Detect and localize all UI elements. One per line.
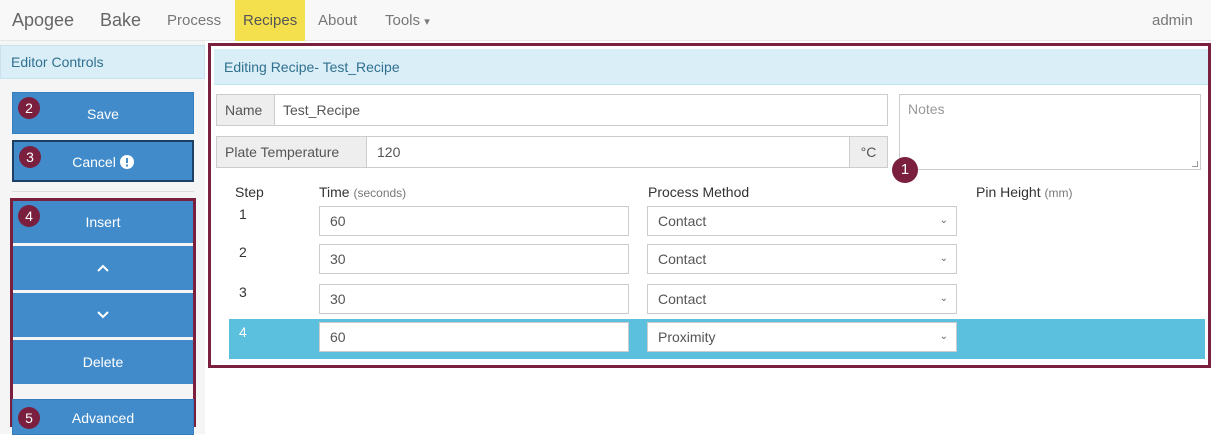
name-input[interactable]: Test_Recipe	[283, 95, 360, 125]
method-select[interactable]: Contact ⌄	[647, 206, 957, 236]
callout-badge-5: 5	[18, 407, 40, 429]
pin-column-header: Pin Height (mm)	[976, 184, 1072, 200]
method-column-header: Process Method	[648, 184, 750, 200]
editor-controls-header: Editor Controls	[0, 45, 205, 79]
cancel-label: Cancel	[72, 154, 116, 170]
notes-placeholder: Notes	[908, 101, 945, 117]
time-input[interactable]: 60	[319, 206, 629, 236]
resize-handle-icon[interactable]	[1192, 161, 1198, 167]
time-column-header: Time (seconds)	[319, 184, 406, 200]
notes-textarea[interactable]: Notes	[899, 94, 1201, 170]
editor-controls-panel: Editor Controls 2 Save 3 Cancel 4 Insert…	[0, 41, 205, 435]
brand-bake[interactable]: Bake	[100, 0, 141, 41]
move-down-button[interactable]	[13, 293, 193, 337]
callout-badge-4: 4	[18, 205, 40, 227]
divider	[12, 191, 194, 192]
time-input[interactable]: 30	[319, 284, 629, 314]
editor-title: Editing Recipe- Test_Recipe	[214, 49, 1208, 85]
advanced-button[interactable]: 5 Advanced	[12, 399, 194, 435]
chevron-down-icon: ⌄	[939, 215, 948, 226]
caret-down-icon: ▾	[424, 16, 430, 28]
method-select[interactable]: Proximity ⌄	[647, 322, 957, 352]
plate-temperature-input[interactable]: 120	[377, 137, 400, 167]
time-input[interactable]: 30	[319, 244, 629, 274]
insert-label: Insert	[85, 214, 121, 230]
brand-apogee[interactable]: Apogee	[12, 0, 74, 41]
exclamation-circle-icon	[119, 155, 134, 169]
callout-badge-3: 3	[19, 146, 41, 168]
callout-badge-1: 1	[892, 157, 918, 183]
step-number: 4	[239, 324, 247, 340]
chevron-down-icon: ⌄	[939, 331, 948, 342]
save-label: Save	[87, 106, 119, 122]
name-input-group: Name Test_Recipe	[216, 94, 888, 126]
step-number: 1	[239, 206, 247, 222]
step-column-header: Step	[235, 184, 264, 200]
name-label: Name	[217, 95, 275, 125]
insert-button[interactable]: 4 Insert	[13, 201, 193, 243]
callout-badge-2: 2	[18, 97, 40, 119]
advanced-label: Advanced	[71, 410, 135, 426]
chevron-up-icon	[97, 264, 109, 272]
method-select-value: Contact	[658, 251, 707, 267]
recipe-editor-panel: Editing Recipe- Test_Recipe Name Test_Re…	[208, 43, 1211, 368]
step-number: 2	[239, 244, 247, 260]
method-select-value: Contact	[658, 213, 707, 229]
chevron-down-icon: ⌄	[939, 293, 948, 304]
time-column-unit: (seconds)	[353, 186, 407, 200]
delete-button[interactable]: Delete	[13, 340, 193, 384]
plate-temperature-group: Plate Temperature 120 °C	[216, 136, 888, 168]
method-select[interactable]: Contact ⌄	[647, 284, 957, 314]
nav-tools[interactable]: Tools ▾	[385, 0, 430, 41]
step-number: 3	[239, 284, 247, 300]
navbar: Apogee Bake Process Recipes About Tools …	[0, 0, 1211, 41]
celsius-unit: °C	[849, 137, 887, 167]
plate-temperature-label: Plate Temperature	[217, 137, 367, 167]
pin-column-label: Pin Height	[976, 184, 1041, 200]
pin-column-unit: (mm)	[1044, 186, 1073, 200]
cancel-button[interactable]: 3 Cancel	[12, 140, 194, 182]
nav-recipes[interactable]: Recipes	[235, 0, 306, 41]
nav-about[interactable]: About	[318, 0, 357, 41]
time-input[interactable]: 60	[319, 322, 629, 352]
nav-process[interactable]: Process	[167, 0, 221, 41]
save-button[interactable]: 2 Save	[12, 92, 194, 134]
method-select[interactable]: Contact ⌄	[647, 244, 957, 274]
move-up-button[interactable]	[13, 246, 193, 290]
method-select-value: Contact	[658, 291, 707, 307]
time-column-label: Time	[319, 184, 350, 200]
method-select-value: Proximity	[658, 329, 716, 345]
chevron-down-icon	[97, 311, 109, 319]
delete-label: Delete	[82, 354, 124, 370]
nav-tools-label: Tools	[385, 12, 421, 29]
user-menu[interactable]: admin	[1152, 0, 1193, 41]
chevron-down-icon: ⌄	[939, 253, 948, 264]
